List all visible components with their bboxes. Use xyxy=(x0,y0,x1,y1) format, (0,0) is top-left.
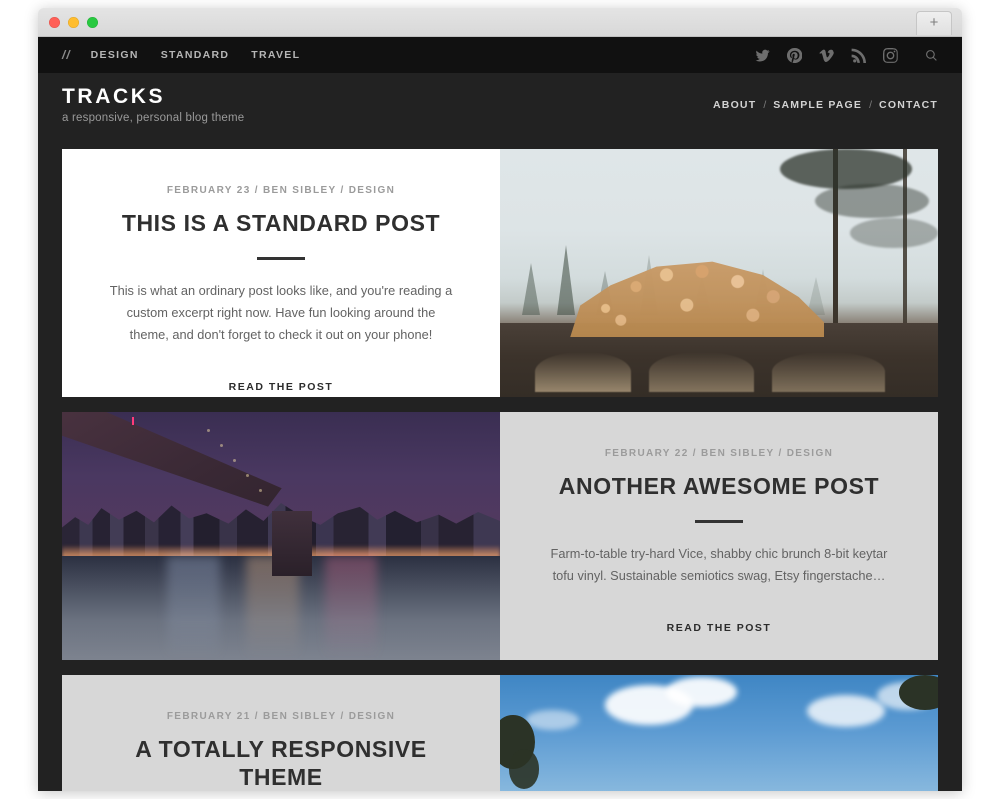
search-icon[interactable] xyxy=(925,49,938,62)
window-controls xyxy=(49,17,98,28)
new-tab-button[interactable]: + xyxy=(916,11,952,35)
title-divider xyxy=(257,257,305,261)
post-thumbnail-forest[interactable] xyxy=(500,149,938,397)
post-meta: FEBRUARY 22 / BEN SIBLEY / DESIGN xyxy=(604,448,834,459)
post-text-panel: FEBRUARY 23 / BEN SIBLEY / DESIGN THIS I… xyxy=(62,149,500,397)
nav-item-travel[interactable]: TRAVEL xyxy=(251,49,300,61)
title-divider xyxy=(695,520,743,524)
post-card[interactable]: FEBRUARY 22 / BEN SIBLEY / DESIGN ANOTHE… xyxy=(62,412,938,660)
maximize-window-button[interactable] xyxy=(87,17,98,28)
twitter-icon[interactable] xyxy=(755,48,770,63)
page-menu: ABOUT / SAMPLE PAGE / CONTACT xyxy=(713,99,938,111)
read-the-post-link[interactable]: READ THE POST xyxy=(229,381,334,393)
menu-separator: / xyxy=(763,99,767,111)
site-viewport: // DESIGN STANDARD TRAVEL TRACKS a respo… xyxy=(38,37,962,791)
post-excerpt: This is what an ordinary post looks like… xyxy=(109,283,453,343)
social-links xyxy=(755,47,938,63)
category-menu: DESIGN STANDARD TRAVEL xyxy=(91,49,301,61)
browser-window: + // DESIGN STANDARD TRAVEL TRACKS a res… xyxy=(38,8,962,791)
nav-item-design[interactable]: DESIGN xyxy=(91,49,139,61)
post-card[interactable]: FEBRUARY 23 / BEN SIBLEY / DESIGN THIS I… xyxy=(62,149,938,397)
post-meta: FEBRUARY 21 / BEN SIBLEY / DESIGN xyxy=(166,711,396,722)
page-link-sample-page[interactable]: SAMPLE PAGE xyxy=(773,99,862,111)
post-title[interactable]: ANOTHER AWESOME POST xyxy=(544,472,894,500)
post-card[interactable]: FEBRUARY 21 / BEN SIBLEY / DESIGN A TOTA… xyxy=(62,675,938,791)
post-meta: FEBRUARY 23 / BEN SIBLEY / DESIGN xyxy=(166,185,396,196)
post-thumbnail-bridge[interactable] xyxy=(62,412,500,660)
post-text-panel: FEBRUARY 22 / BEN SIBLEY / DESIGN ANOTHE… xyxy=(500,412,938,660)
site-title[interactable]: TRACKS xyxy=(62,85,244,108)
minimize-window-button[interactable] xyxy=(68,17,79,28)
post-title[interactable]: THIS IS A STANDARD POST xyxy=(106,209,456,237)
post-thumbnail-sky[interactable] xyxy=(500,675,938,791)
post-text-panel: FEBRUARY 21 / BEN SIBLEY / DESIGN A TOTA… xyxy=(62,675,500,791)
forest-photo xyxy=(500,149,938,397)
page-link-about[interactable]: ABOUT xyxy=(713,99,756,111)
post-feed: FEBRUARY 23 / BEN SIBLEY / DESIGN THIS I… xyxy=(38,137,962,791)
site-header: TRACKS a responsive, personal blog theme… xyxy=(38,73,962,137)
instagram-icon[interactable] xyxy=(883,47,898,63)
branding[interactable]: TRACKS a responsive, personal blog theme xyxy=(62,85,245,125)
read-the-post-link[interactable]: READ THE POST xyxy=(667,622,772,634)
logo-slashes-icon: // xyxy=(62,48,71,62)
page-link-contact[interactable]: CONTACT xyxy=(879,99,938,111)
blue-sky-photo xyxy=(500,675,938,791)
menu-separator: / xyxy=(869,99,873,111)
vimeo-icon[interactable] xyxy=(819,48,834,63)
close-window-button[interactable] xyxy=(49,17,60,28)
top-navigation-bar: // DESIGN STANDARD TRAVEL xyxy=(38,37,962,73)
nav-item-standard[interactable]: STANDARD xyxy=(161,49,230,61)
pinterest-icon[interactable] xyxy=(787,47,802,63)
post-excerpt: Farm-to-table try-hard Vice, shabby chic… xyxy=(550,546,888,584)
rss-icon[interactable] xyxy=(851,48,866,63)
site-tagline: a responsive, personal blog theme xyxy=(62,112,245,125)
post-title[interactable]: A TOTALLY RESPONSIVE THEME xyxy=(106,735,456,791)
night-bridge-photo xyxy=(62,412,500,660)
browser-tabbar: + xyxy=(38,8,962,37)
